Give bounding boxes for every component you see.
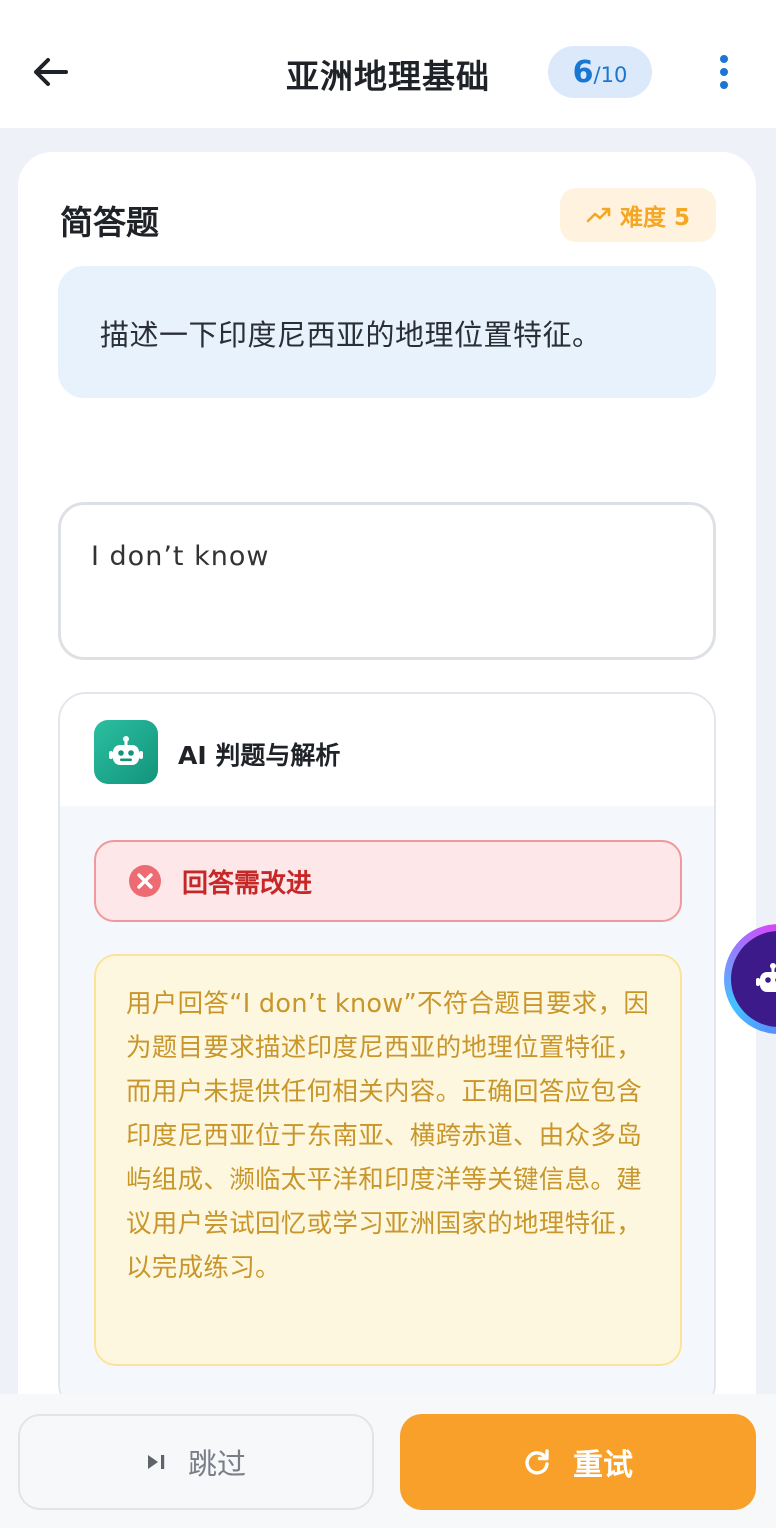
retry-button[interactable]: 重试 [400, 1414, 756, 1510]
page-title: 亚洲地理基础 [286, 57, 490, 96]
progress-total: /10 [593, 63, 628, 87]
trending-up-icon [586, 207, 611, 223]
close-circle-icon [129, 865, 161, 897]
ai-panel-title: AI 判题与解析 [178, 741, 341, 770]
progress-current: 6 [572, 55, 594, 90]
retry-label: 重试 [573, 1448, 633, 1483]
progress-badge: 6 /10 [548, 46, 652, 98]
more-options-button[interactable] [706, 50, 742, 94]
difficulty-badge: 难度 5 [560, 188, 716, 242]
app-header: 亚洲地理基础 6 /10 [0, 0, 776, 128]
question-card: 简答题 难度 5 描述一下印度尼西亚的地理位置特征。 I don’t know [18, 152, 756, 1452]
more-vertical-icon [720, 55, 728, 63]
ai-feedback-panel: AI 判题与解析 回答需改进 用户回答“I don’t know”不符合题目要求… [58, 692, 716, 1412]
refresh-icon [525, 1449, 549, 1475]
skip-button[interactable]: 跳过 [18, 1414, 374, 1510]
question-type-label: 简答题 [60, 203, 159, 242]
skip-label: 跳过 [187, 1447, 246, 1481]
answer-input[interactable]: I don’t know [58, 502, 716, 660]
ai-panel-header: AI 判题与解析 [60, 694, 714, 806]
verdict-text: 回答需改进 [182, 868, 313, 899]
quiz-page: 亚洲地理基础 6 /10 简答题 难度 5 描述一下印度尼西亚的地理位置特征。 … [0, 0, 776, 1528]
ai-panel-body: 回答需改进 用户回答“I don’t know”不符合题目要求，因为题目要求描述… [60, 806, 714, 1410]
bottom-action-bar: 跳过 重试 [0, 1394, 776, 1528]
difficulty-label: 难度 5 [619, 205, 690, 231]
question-text: 描述一下印度尼西亚的地理位置特征。 [58, 266, 716, 398]
robot-icon [109, 736, 143, 765]
verdict-banner: 回答需改进 [94, 840, 682, 922]
robot-icon [756, 963, 776, 992]
ai-avatar [94, 720, 158, 784]
analysis-text: 用户回答“I don’t know”不符合题目要求，因为题目要求描述印度尼西亚的… [94, 954, 682, 1366]
skip-next-icon [147, 1455, 165, 1469]
